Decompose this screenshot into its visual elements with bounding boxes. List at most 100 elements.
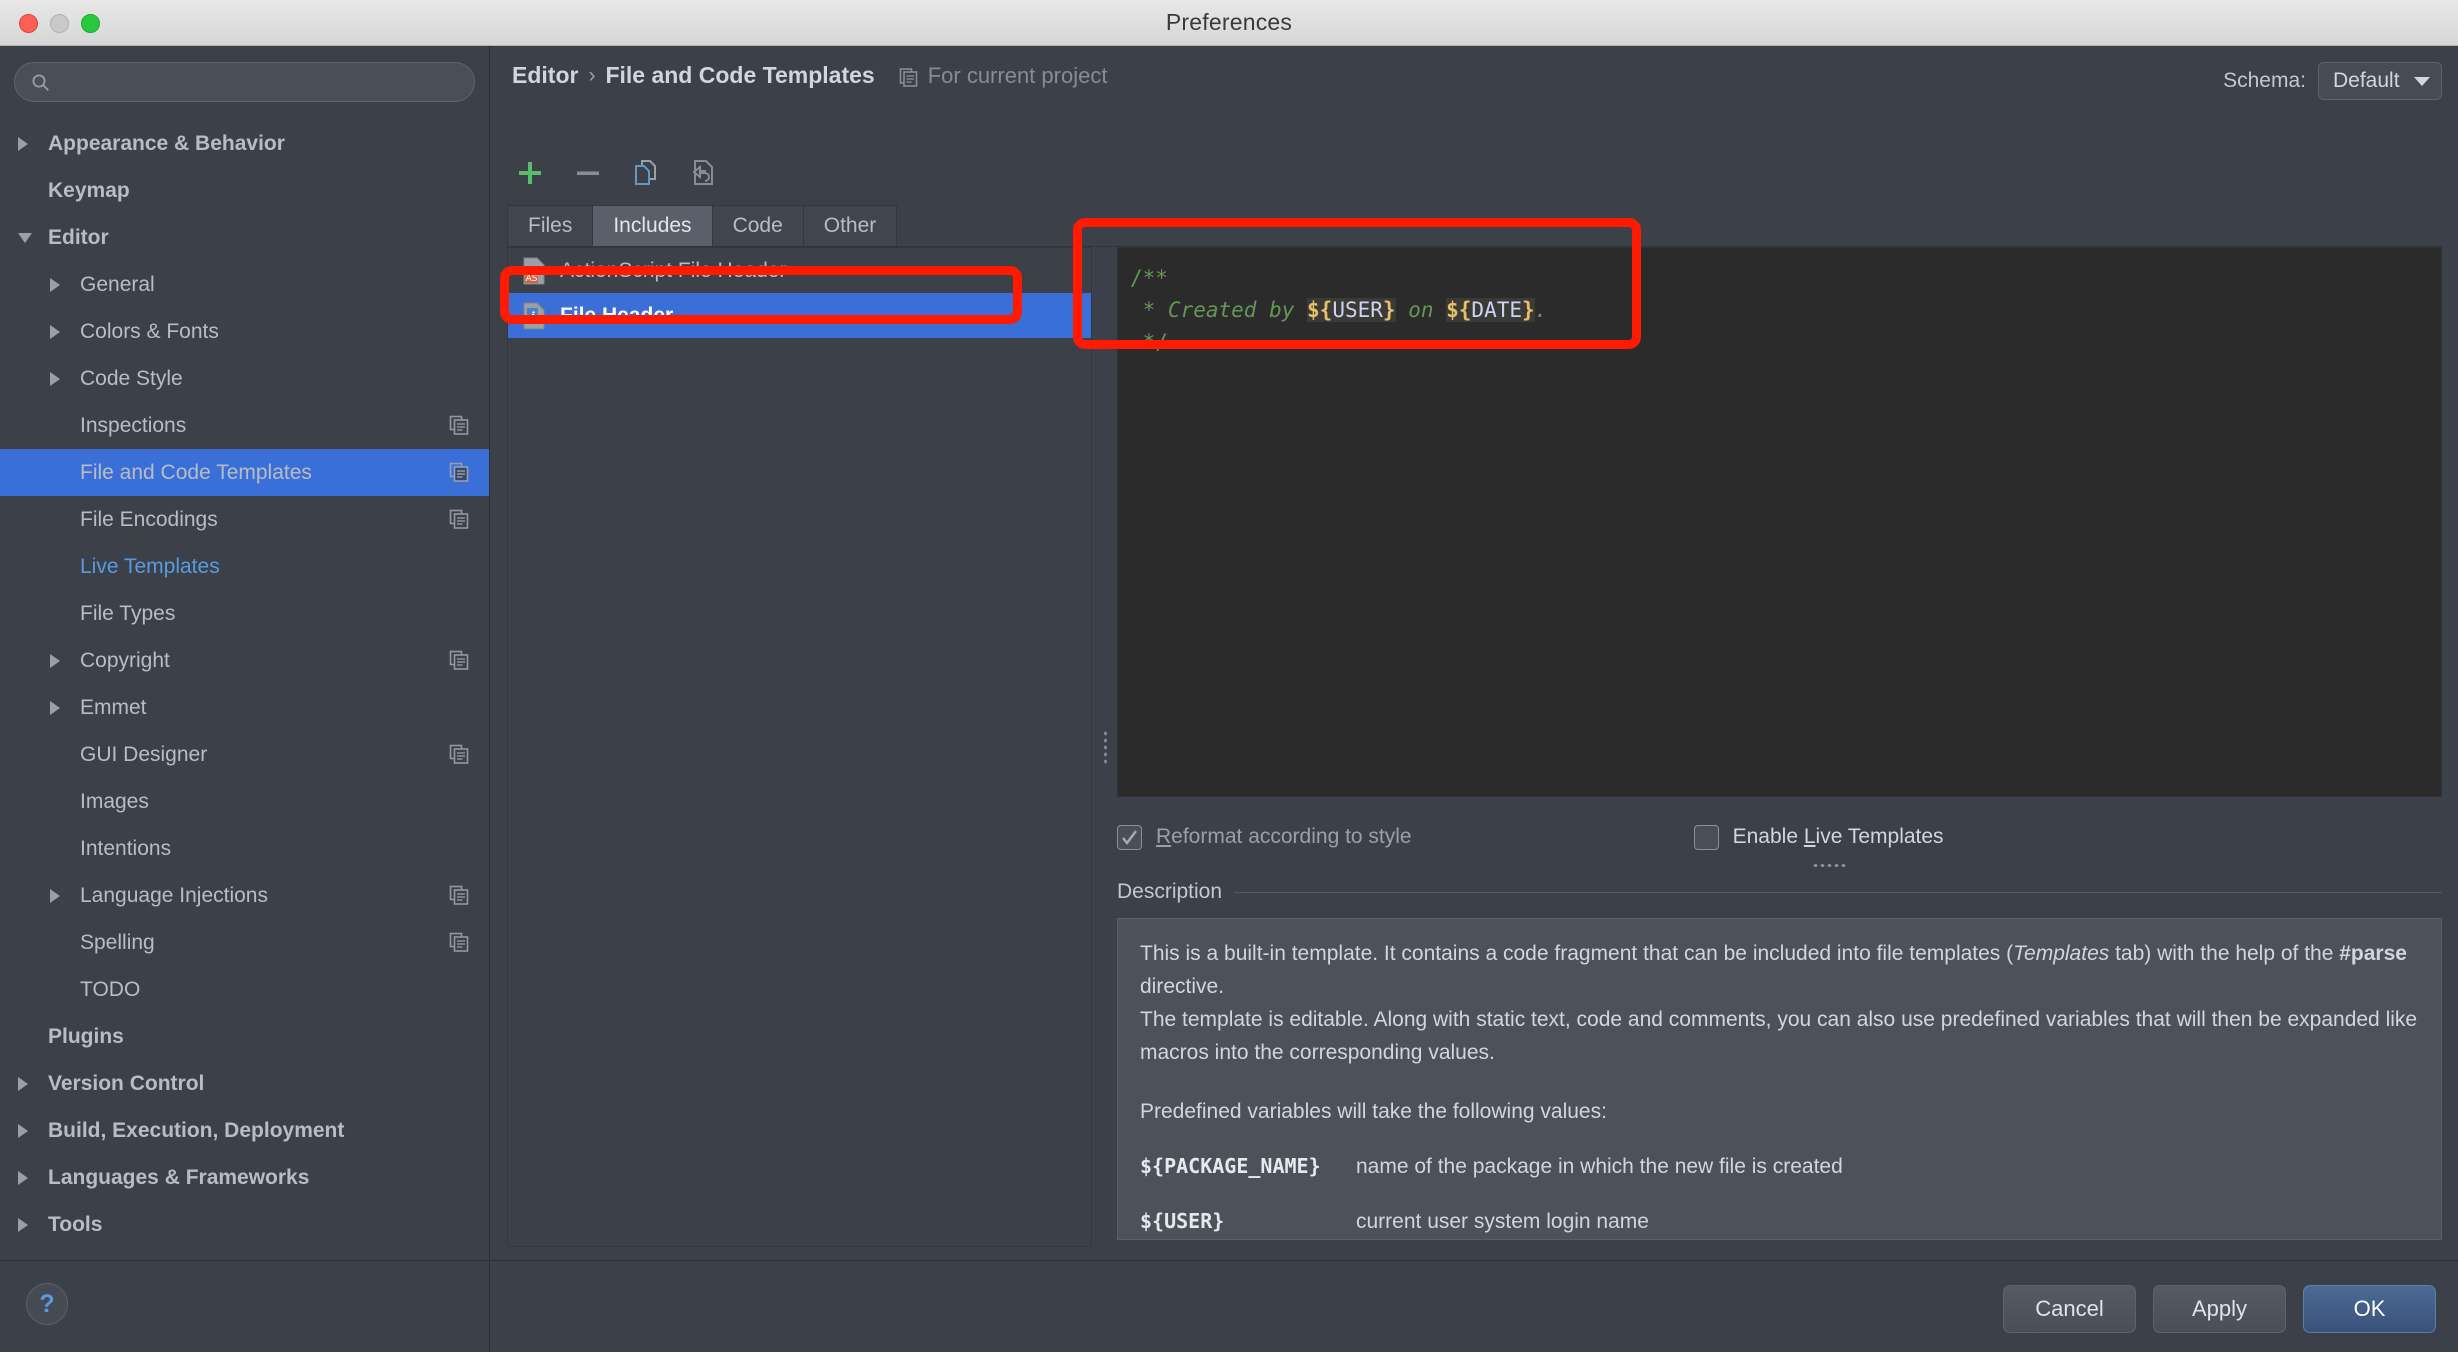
reset-to-default-button[interactable] bbox=[687, 156, 721, 190]
sidebar-item-inspections[interactable]: Inspections bbox=[0, 402, 489, 449]
sidebar-item-spelling[interactable]: Spelling bbox=[0, 919, 489, 966]
variable-description: name of the package in which the new fil… bbox=[1356, 1155, 1843, 1178]
chevron-right-icon bbox=[18, 1123, 28, 1138]
copy-template-button[interactable] bbox=[629, 156, 663, 190]
sidebar-item-tools[interactable]: Tools bbox=[0, 1201, 489, 1248]
sidebar-item-languages-frameworks[interactable]: Languages & Frameworks bbox=[0, 1154, 489, 1201]
expand-arrow-slot[interactable] bbox=[50, 324, 80, 339]
cancel-button[interactable]: Cancel bbox=[2003, 1285, 2136, 1333]
sidebar-item-file-and-code-templates[interactable]: File and Code Templates bbox=[0, 449, 489, 496]
expand-arrow-slot[interactable] bbox=[18, 1217, 48, 1232]
ok-button[interactable]: OK bbox=[2303, 1285, 2436, 1333]
sidebar-item-intentions[interactable]: Intentions bbox=[0, 825, 489, 872]
template-code-editor[interactable]: /** * Created by ${USER} on ${DATE}. */ bbox=[1117, 247, 2442, 797]
chevron-right-icon bbox=[50, 888, 60, 903]
expand-arrow-slot[interactable] bbox=[50, 888, 80, 903]
reformat-checkbox[interactable] bbox=[1117, 824, 1142, 850]
sidebar-item-label: Intentions bbox=[80, 836, 172, 860]
sidebar-item-label: TODO bbox=[80, 977, 141, 1001]
sidebar-item-label: Keymap bbox=[48, 178, 130, 202]
code-var-user: USER bbox=[1332, 298, 1383, 322]
sidebar-item-file-types[interactable]: File Types bbox=[0, 590, 489, 637]
panel-splitter[interactable] bbox=[1093, 247, 1117, 1247]
sidebar-item-todo[interactable]: TODO bbox=[0, 966, 489, 1013]
desc-p1-a: This is a built-in template. It contains… bbox=[1140, 942, 2014, 965]
project-scope-icon bbox=[449, 509, 469, 529]
desc-p1-b: tab) with the help of the bbox=[2109, 942, 2340, 965]
sidebar-item-emmet[interactable]: Emmet bbox=[0, 684, 489, 731]
main-panel: Editor › File and Code Templates For cur… bbox=[491, 46, 2458, 1352]
schema-dropdown[interactable]: Default bbox=[2318, 62, 2442, 100]
expand-arrow-slot[interactable] bbox=[50, 653, 80, 668]
schema-label: Schema: bbox=[2223, 69, 2306, 92]
expand-arrow-slot[interactable] bbox=[50, 277, 80, 292]
live-templates-label-rest: ive Templates bbox=[1815, 825, 1944, 848]
template-list-item-label: ActionScript File Header bbox=[560, 258, 787, 282]
desc-p1-c: directive. bbox=[1140, 975, 1225, 998]
horizontal-splitter-grip-icon[interactable] bbox=[1811, 862, 1848, 868]
predefined-variable-row: ${USER} current user system login name bbox=[1140, 1205, 2419, 1238]
sidebar-item-images[interactable]: Images bbox=[0, 778, 489, 825]
reformat-checkbox-row[interactable]: Reformat according to style bbox=[1117, 824, 1412, 850]
variable-description: current user system login name bbox=[1356, 1210, 1649, 1233]
help-button[interactable]: ? bbox=[26, 1283, 68, 1325]
live-templates-mnemonic: L bbox=[1803, 825, 1816, 848]
expand-arrow-slot[interactable] bbox=[50, 371, 80, 386]
sidebar-item-editor[interactable]: Editor bbox=[0, 214, 489, 261]
sidebar-item-general[interactable]: General bbox=[0, 261, 489, 308]
close-button[interactable] bbox=[19, 14, 38, 33]
tab-other[interactable]: Other bbox=[802, 205, 898, 246]
sidebar-item-label: Editor bbox=[48, 225, 109, 249]
live-templates-checkbox[interactable] bbox=[1693, 824, 1719, 850]
expand-arrow-slot[interactable] bbox=[18, 1170, 48, 1185]
desc-p1-bold: #parse bbox=[2339, 942, 2407, 965]
sidebar-item-file-encodings[interactable]: File Encodings bbox=[0, 496, 489, 543]
code-dollar-1: ${ bbox=[1307, 298, 1333, 322]
chevron-down-icon bbox=[18, 232, 32, 243]
remove-button[interactable] bbox=[571, 156, 605, 190]
sidebar-item-version-control[interactable]: Version Control bbox=[0, 1060, 489, 1107]
tab-code[interactable]: Code bbox=[711, 205, 804, 246]
code-line-2-suffix: . bbox=[1534, 298, 1548, 322]
js-file-icon: j bbox=[522, 302, 546, 330]
tab-includes[interactable]: Includes bbox=[592, 205, 713, 246]
sidebar-item-label: Tools bbox=[48, 1212, 103, 1236]
template-list-item[interactable]: j File Header bbox=[508, 293, 1091, 338]
expand-arrow-slot[interactable] bbox=[18, 136, 48, 151]
expand-arrow-slot[interactable] bbox=[18, 232, 48, 243]
sidebar-item-label: Build, Execution, Deployment bbox=[48, 1118, 345, 1142]
tab-files[interactable]: Files bbox=[507, 205, 594, 246]
search-input[interactable] bbox=[50, 72, 474, 92]
splitter-grip-icon bbox=[1102, 730, 1108, 764]
apply-button[interactable]: Apply bbox=[2153, 1285, 2286, 1333]
sidebar-item-keymap[interactable]: Keymap bbox=[0, 167, 489, 214]
sidebar-item-gui-designer[interactable]: GUI Designer bbox=[0, 731, 489, 778]
project-scope-icon bbox=[449, 885, 469, 905]
zoom-button[interactable] bbox=[81, 14, 100, 33]
project-scope-icon bbox=[449, 415, 469, 435]
reformat-label-rest: eformat according to style bbox=[1171, 825, 1412, 848]
search-box[interactable] bbox=[14, 62, 475, 102]
sidebar-item-live-templates[interactable]: Live Templates bbox=[0, 543, 489, 590]
minimize-button[interactable] bbox=[50, 14, 69, 33]
sidebar-item-appearance-behavior[interactable]: Appearance & Behavior bbox=[0, 120, 489, 167]
expand-arrow-slot[interactable] bbox=[18, 1123, 48, 1138]
sidebar-item-label: File and Code Templates bbox=[80, 460, 312, 484]
chevron-right-icon bbox=[18, 136, 28, 151]
expand-arrow-slot[interactable] bbox=[18, 1076, 48, 1091]
live-templates-checkbox-row[interactable]: Enable Live Templates bbox=[1693, 824, 1944, 868]
sidebar-item-colors-fonts[interactable]: Colors & Fonts bbox=[0, 308, 489, 355]
add-button[interactable] bbox=[513, 156, 547, 190]
checkmark-icon bbox=[1122, 829, 1137, 845]
sidebar-item-build-execution-deployment[interactable]: Build, Execution, Deployment bbox=[0, 1107, 489, 1154]
code-dollar-2: ${ bbox=[1446, 298, 1472, 322]
sidebar-item-copyright[interactable]: Copyright bbox=[0, 637, 489, 684]
sidebar-item-plugins[interactable]: Plugins bbox=[0, 1013, 489, 1060]
reformat-label: Reformat according to style bbox=[1156, 825, 1412, 849]
sidebar-item-code-style[interactable]: Code Style bbox=[0, 355, 489, 402]
breadcrumb-root[interactable]: Editor bbox=[512, 62, 578, 89]
template-list-item[interactable]: AS ActionScript File Header bbox=[508, 248, 1091, 293]
sidebar-item-language-injections[interactable]: Language Injections bbox=[0, 872, 489, 919]
sidebar-item-label: Images bbox=[80, 789, 149, 813]
expand-arrow-slot[interactable] bbox=[50, 700, 80, 715]
